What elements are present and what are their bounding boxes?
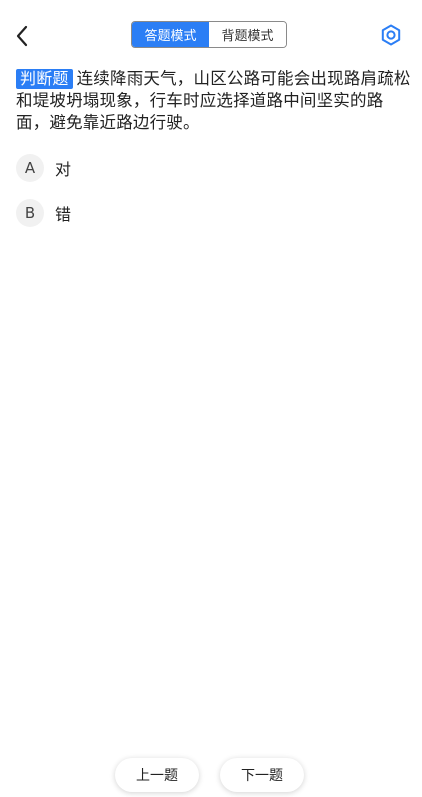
- option-b[interactable]: B 错: [16, 198, 71, 228]
- question-page: 答题模式 背题模式 判断题 连续降雨天气，山区公路可能会出现路肩疏松和堤坡坍塌现象…: [0, 0, 422, 797]
- top-bar: 答题模式 背题模式: [0, 0, 422, 70]
- option-text: 对: [55, 160, 72, 179]
- option-text: 错: [55, 205, 72, 224]
- option-letter: B: [16, 199, 44, 227]
- mode-toggle: 答题模式 背题模式: [131, 21, 287, 48]
- question-block: 判断题 连续降雨天气，山区公路可能会出现路肩疏松和堤坡坍塌现象，行车时应选择道路中…: [16, 68, 411, 134]
- option-letter: A: [16, 154, 44, 182]
- settings-button[interactable]: [378, 22, 404, 48]
- previous-question-button[interactable]: 上一题: [115, 758, 199, 792]
- settings-icon: [381, 24, 401, 46]
- answer-mode-tab[interactable]: 答题模式: [132, 22, 209, 47]
- chevron-left-icon: [16, 25, 28, 47]
- question-text: 连续降雨天气，山区公路可能会出现路肩疏松和堤坡坍塌现象，行车时应选择道路中间坚实…: [16, 69, 411, 132]
- next-question-button[interactable]: 下一题: [220, 758, 304, 792]
- option-a[interactable]: A 对: [16, 153, 71, 183]
- back-button[interactable]: [10, 22, 34, 50]
- bottom-nav: 上一题 下一题: [0, 750, 422, 797]
- memorize-mode-tab[interactable]: 背题模式: [209, 22, 286, 47]
- question-type-badge: 判断题: [16, 69, 73, 89]
